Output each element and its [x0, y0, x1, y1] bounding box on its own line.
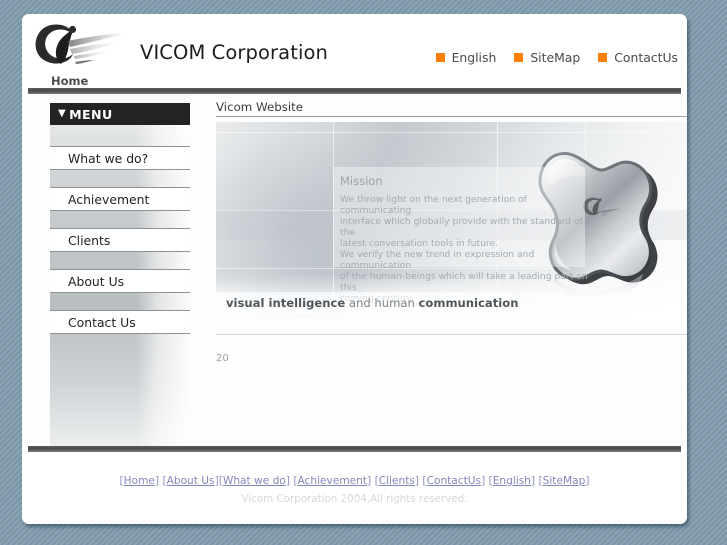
header-nav-label: SiteMap	[530, 50, 581, 65]
page-card: VICOM Corporation Home English SiteMap C…	[22, 14, 687, 524]
sidebar-top-band	[50, 94, 190, 103]
main-content: Vicom Website Mission We throw light on …	[194, 94, 687, 446]
sidebar-item-achievement[interactable]: Achievement	[50, 187, 190, 211]
bracket-close: ]	[530, 475, 536, 487]
sidebar-item-contact-us[interactable]: Contact Us	[50, 310, 190, 334]
header-nav-item-contactus[interactable]: ContactUs	[598, 50, 678, 65]
footer-copyright: Vicom Corporation 2004,All rights reserv…	[241, 493, 468, 505]
tagline-part1: visual intelligence	[226, 296, 346, 310]
footer-links: [Home] [About Us][What we do] [Achieveme…	[22, 474, 687, 488]
tagline-part2: and human	[345, 296, 419, 310]
bracket-close: ]	[585, 475, 590, 487]
footer-link-about-us[interactable]: About Us	[167, 475, 215, 487]
tagline-part3: communication	[418, 296, 519, 310]
site-header: VICOM Corporation Home English SiteMap C…	[22, 14, 687, 88]
page-title-divider	[216, 116, 687, 117]
footer-link-clients-wrap: [Clients]	[375, 475, 419, 487]
sidebar-item-about-us[interactable]: About Us	[50, 269, 190, 293]
footer-link-contactus[interactable]: ContactUs	[427, 475, 482, 487]
header-nav-item-sitemap[interactable]: SiteMap	[514, 50, 580, 65]
sidebar-item-label: What we do?	[68, 150, 149, 166]
header-nav-item-english[interactable]: English	[435, 50, 497, 65]
sidebar-menu-title: MENU	[69, 106, 113, 122]
bracket-close: ]	[481, 475, 486, 487]
mission-body-text: We throw light on the next generation of…	[340, 194, 588, 304]
sidebar-item-label: Contact Us	[68, 314, 136, 330]
brand-title: VICOM Corporation	[140, 41, 328, 64]
vicom-swoosh-logo-icon[interactable]	[28, 21, 138, 73]
sidebar-item-clients[interactable]: Clients	[50, 228, 190, 252]
caret-down-icon: ▼	[58, 108, 67, 119]
footer-link-home[interactable]: Home	[124, 475, 155, 487]
footer-link-sitemap-wrap: [SiteMap]	[539, 475, 590, 487]
bracket-close: ]	[414, 475, 420, 487]
footer-link-sitemap[interactable]: SiteMap	[543, 475, 586, 487]
sidebar-item-label: Clients	[68, 232, 111, 248]
counter-value: 20	[216, 353, 229, 364]
sidebar-item-label: Achievement	[68, 191, 150, 207]
footer-link-achievement[interactable]: Achievement	[297, 475, 367, 487]
footer-link-about-us-wrap: [About Us]	[162, 475, 218, 487]
site-footer: [Home] [About Us][What we do] [Achieveme…	[22, 452, 687, 524]
footer-link-clients[interactable]: Clients	[379, 475, 415, 487]
bracket-close: ]	[285, 475, 290, 487]
sidebar-item-what-we-do[interactable]: What we do?	[50, 146, 190, 170]
mission-heading: Mission	[340, 174, 383, 188]
hero-banner: Mission We throw light on the next gener…	[216, 122, 687, 327]
footer-link-what-we-do-wrap: [What we do]	[219, 475, 290, 487]
hero-divider	[216, 334, 687, 335]
header-nav-label: English	[451, 50, 497, 65]
bracket-close: ]	[154, 475, 160, 487]
orange-square-bullet-icon	[598, 53, 608, 62]
bracket-close: ]	[367, 475, 372, 487]
header-nav-label: ContactUs	[614, 50, 678, 65]
page-title: Vicom Website	[216, 100, 304, 114]
sidebar-menu-header[interactable]: ▼ MENU	[50, 103, 190, 125]
footer-link-english[interactable]: English	[493, 475, 531, 487]
footer-link-english-wrap: [English]	[489, 475, 536, 487]
footer-link-what-we-do[interactable]: What we do	[223, 475, 286, 487]
header-nav: English SiteMap ContactUs	[435, 50, 678, 65]
hero-gridline	[216, 132, 687, 133]
footer-link-home-wrap: [Home]	[120, 475, 160, 487]
orange-square-bullet-icon	[435, 53, 445, 62]
sidebar: ▼ MENU What we do? Achievement Clients A…	[50, 94, 190, 446]
footer-link-contactus-wrap: [ContactUs]	[422, 475, 485, 487]
footer-link-achievement-wrap: [Achievement]	[293, 475, 371, 487]
header-home-label[interactable]: Home	[51, 74, 88, 88]
orange-square-bullet-icon	[514, 53, 524, 62]
page-body: ▼ MENU What we do? Achievement Clients A…	[22, 94, 687, 446]
hero-tagline: visual intelligence and human communicat…	[226, 296, 518, 310]
sidebar-item-label: About Us	[68, 273, 125, 289]
